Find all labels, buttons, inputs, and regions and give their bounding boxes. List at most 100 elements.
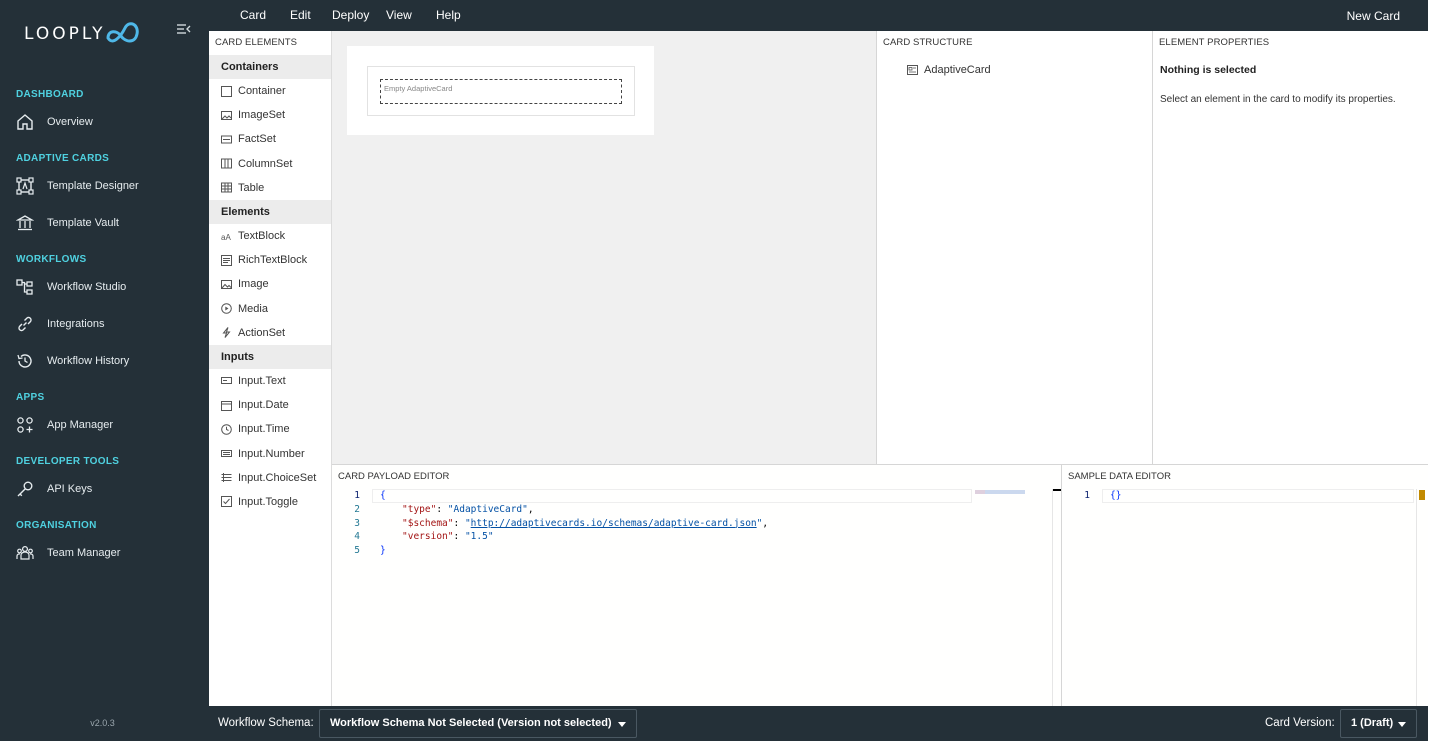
toolbox-item-factset[interactable]: FactSet <box>209 127 331 151</box>
table-icon <box>221 182 232 193</box>
card-elements-panel: CARD ELEMENTS Containers Container Image… <box>209 31 332 706</box>
code-area[interactable]: 1 { 2 "type": "AdaptiveCard", 3 "$schema… <box>332 489 768 558</box>
sidebar-item-workflow-studio[interactable]: Workflow Studio <box>0 268 209 305</box>
app-version: v2.0.3 <box>90 718 115 728</box>
nav-heading: DEVELOPER TOOLS <box>16 456 120 467</box>
sidebar-item-app-manager[interactable]: App Manager <box>0 406 209 443</box>
sidebar-item-workflow-history[interactable]: Workflow History <box>0 342 209 379</box>
element-properties-panel: ELEMENT PROPERTIES Nothing is selected S… <box>1153 31 1428 464</box>
line-number: 1 <box>354 490 360 501</box>
sidebar-item-integrations[interactable]: Integrations <box>0 305 209 342</box>
code-area[interactable]: 1 {} <box>1062 489 1121 503</box>
toolbox-item-label: Input.Time <box>238 423 290 436</box>
toolbox-item-table[interactable]: Table <box>209 176 331 200</box>
code-token: "1.5" <box>464 531 494 543</box>
code-line: 2 "type": "AdaptiveCard", <box>332 503 768 517</box>
card-icon <box>907 65 918 75</box>
list-icon <box>221 473 232 483</box>
code-line: 1 { <box>332 489 768 503</box>
sidebar-item-template-vault[interactable]: Template Vault <box>0 204 209 241</box>
card-version-select[interactable]: 1 (Draft) <box>1340 709 1417 738</box>
sidebar-item-template-designer[interactable]: Template Designer <box>0 167 209 204</box>
chevron-down-icon <box>618 722 626 727</box>
sidebar-item-label: Overview <box>47 115 93 128</box>
nav-heading: WORKFLOWS <box>16 254 87 265</box>
panel-title: CARD ELEMENTS <box>215 37 298 48</box>
nav-heading: DASHBOARD <box>16 89 84 100</box>
sidebar-item-overview[interactable]: Overview <box>0 103 209 140</box>
card-payload-editor[interactable]: CARD PAYLOAD EDITOR 1 { 2 "type": "Adapt… <box>332 464 1062 707</box>
toolbox-item-image[interactable]: Image <box>209 272 331 296</box>
toolbox-item-input-time[interactable]: Input.Time <box>209 417 331 441</box>
home-icon <box>17 113 33 130</box>
code-token: } <box>380 545 386 557</box>
code-token: , <box>762 517 769 529</box>
sidebar-item-team-manager[interactable]: Team Manager <box>0 534 209 571</box>
sidebar-item-api-keys[interactable]: API Keys <box>0 470 209 507</box>
lightning-icon <box>222 327 231 339</box>
card-version-label: Card Version: <box>1265 717 1335 729</box>
workflow-schema-select[interactable]: Workflow Schema Not Selected (Version no… <box>319 709 637 738</box>
empty-card-placeholder[interactable]: Empty AdaptiveCard <box>380 79 622 104</box>
panel-title: CARD STRUCTURE <box>883 37 973 48</box>
logo-loop-icon <box>106 22 140 43</box>
nav-section-organisation: ORGANISATION Team Manager <box>0 519 209 571</box>
menu-deploy[interactable]: Deploy <box>332 0 369 31</box>
sample-data-editor[interactable]: SAMPLE DATA EDITOR 1 {} <box>1062 464 1428 707</box>
card-version-value: 1 (Draft) <box>1351 717 1394 729</box>
logo-text: LOOPLY <box>24 24 106 44</box>
toolbox-item-label: Container <box>238 85 286 98</box>
sidebar: LOOPLY DASHBOARD Overview ADAPTIVE CARDS… <box>0 0 209 741</box>
sidebar-item-label: Template Vault <box>47 216 119 229</box>
toolbox-item-input-text[interactable]: Input.Text <box>209 369 331 393</box>
toolbox-item-media[interactable]: Media <box>209 297 331 321</box>
toolbox-item-imageset[interactable]: ImageSet <box>209 103 331 127</box>
toolbox-group-elements: Elements <box>209 199 331 224</box>
current-line-highlight <box>1102 489 1414 503</box>
checkbox-icon <box>221 496 232 508</box>
vault-icon <box>16 214 34 230</box>
structure-item-adaptivecard[interactable]: AdaptiveCard <box>907 64 991 76</box>
toolbox-item-richtextblock[interactable]: RichTextBlock <box>209 248 331 272</box>
code-line: 1 {} <box>1062 489 1121 503</box>
designer-icon <box>16 176 34 195</box>
toolbox-item-label: ActionSet <box>238 326 286 339</box>
toolbox-item-textblock[interactable]: aA TextBlock <box>209 224 331 248</box>
sidebar-collapse-icon[interactable] <box>176 22 192 36</box>
menu-help[interactable]: Help <box>436 0 461 31</box>
code-token: {} <box>1110 490 1122 501</box>
menu-edit[interactable]: Edit <box>290 0 311 31</box>
properties-hint: Select an element in the card to modify … <box>1160 94 1396 105</box>
editor-scrollbar[interactable] <box>1052 489 1061 707</box>
sidebar-nav: DASHBOARD Overview ADAPTIVE CARDS Templa… <box>0 80 209 571</box>
key-icon <box>17 481 33 496</box>
nothing-selected-text: Nothing is selected <box>1160 64 1257 76</box>
input-number-icon <box>221 450 232 458</box>
toolbox-item-input-choiceset[interactable]: Input.ChoiceSet <box>209 466 331 490</box>
sidebar-item-label: API Keys <box>47 482 93 495</box>
card-container[interactable]: Empty AdaptiveCard <box>367 66 635 116</box>
toolbox-item-columnset[interactable]: ColumnSet <box>209 152 331 176</box>
new-card-button[interactable]: New Card <box>1347 0 1400 31</box>
team-icon <box>16 545 34 560</box>
calendar-icon <box>221 400 232 411</box>
toolbox-item-input-number[interactable]: Input.Number <box>209 441 331 465</box>
toolbox-item-input-toggle[interactable]: Input.Toggle <box>209 490 331 514</box>
editor-minimap[interactable] <box>975 490 1025 494</box>
overview-ruler-mark <box>1053 489 1061 491</box>
nav-heading: ADAPTIVE CARDS <box>16 153 110 164</box>
toolbox-item-label: FactSet <box>238 133 276 146</box>
menu-view[interactable]: View <box>386 0 412 31</box>
menu-card[interactable]: Card <box>240 0 266 31</box>
toolbox-item-input-date[interactable]: Input.Date <box>209 393 331 417</box>
card-preview[interactable]: Empty AdaptiveCard <box>347 46 654 135</box>
container-icon <box>221 85 232 97</box>
toolbox-item-label: Media <box>238 302 268 315</box>
schema-link[interactable]: http://adaptivecards.io/schemas/adaptive… <box>471 518 757 529</box>
sidebar-item-label: Workflow Studio <box>47 280 127 293</box>
workflow-icon <box>16 278 33 295</box>
editor-scrollbar[interactable] <box>1416 489 1425 707</box>
toolbox-item-actionset[interactable]: ActionSet <box>209 321 331 345</box>
toolbox-item-container[interactable]: Container <box>209 79 331 103</box>
nav-section-adaptive-cards: ADAPTIVE CARDS Template Designer Templat… <box>0 152 209 241</box>
